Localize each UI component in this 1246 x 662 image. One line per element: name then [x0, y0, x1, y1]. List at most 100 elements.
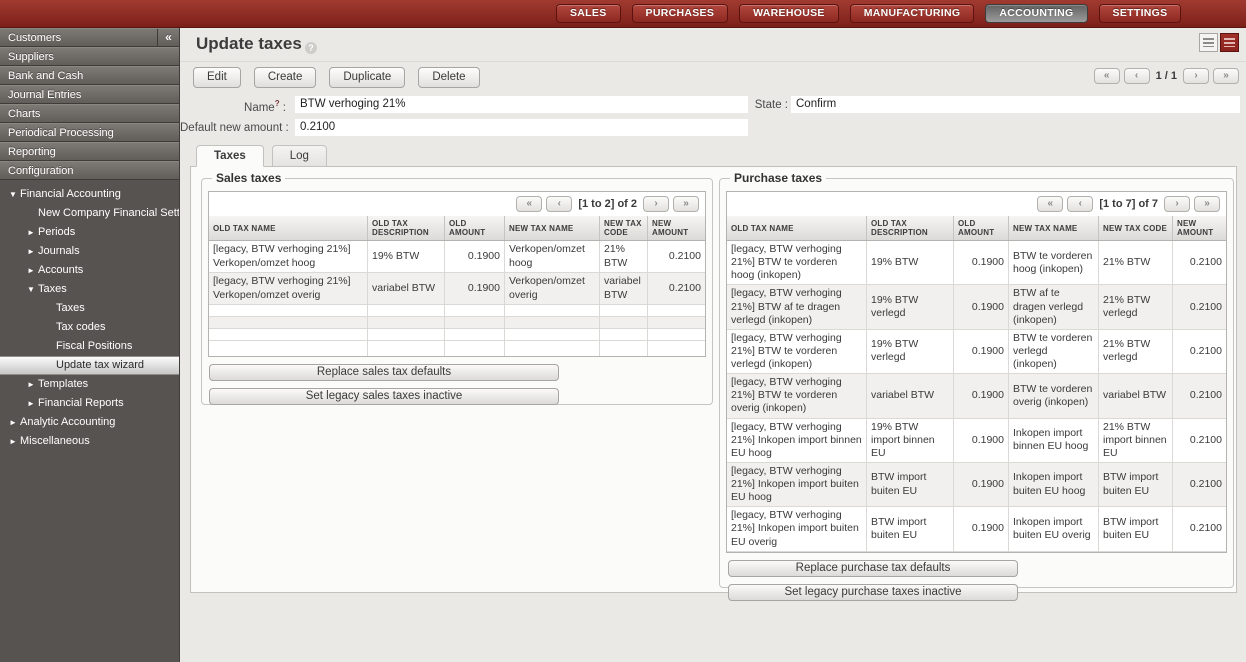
column-header-new-tax-name[interactable]: NEW TAX NAME — [505, 216, 600, 240]
sidebar-section-customers[interactable]: Customers« — [0, 28, 179, 47]
edit-button[interactable]: Edit — [193, 67, 241, 88]
nav-accounting[interactable]: ACCOUNTING — [985, 4, 1087, 23]
sidebar-section-configuration[interactable]: Configuration — [0, 161, 179, 180]
column-header-old-tax-description[interactable]: OLD TAX DESCRIPTION — [368, 216, 445, 240]
column-header-new-amount[interactable]: NEW AMOUNT — [1173, 216, 1226, 240]
notebook-tabs: Taxes Log — [196, 145, 327, 167]
duplicate-button[interactable]: Duplicate — [329, 67, 405, 88]
tab-log[interactable]: Log — [272, 145, 327, 167]
table-row[interactable]: [legacy, BTW verhoging 21%] Verkopen/omz… — [209, 241, 705, 273]
cell: 19% BTW import binnen EU — [867, 419, 954, 462]
nav-warehouse[interactable]: WAREHOUSE — [739, 4, 839, 23]
purchase-pager-prev-button[interactable]: ‹ — [1067, 196, 1093, 212]
sidebar-section-label: Reporting — [8, 146, 56, 158]
nav-manufacturing[interactable]: MANUFACTURING — [850, 4, 975, 23]
list-view-icon — [1203, 38, 1214, 47]
sidebar-item-tax-codes[interactable]: Tax codes — [0, 318, 179, 337]
replace-sales-tax-defaults-button[interactable]: Replace sales tax defaults — [209, 364, 559, 381]
chevron-right-icon: ► — [26, 261, 36, 280]
cell: variabel BTW — [867, 374, 954, 417]
purchase-taxes-table: «‹[1 to 7] of 7›» OLD TAX NAMEOLD TAX DE… — [726, 191, 1227, 553]
nav-purchases[interactable]: PURCHASES — [632, 4, 729, 23]
sidebar-item-fiscal-positions[interactable]: Fiscal Positions — [0, 337, 179, 356]
cell: 21% BTW — [1099, 241, 1173, 284]
cell: BTW te vorderen verlegd (inkopen) — [1009, 330, 1099, 373]
purchase-pager-next-button[interactable]: › — [1164, 196, 1190, 212]
nav-settings[interactable]: SETTINGS — [1099, 4, 1182, 23]
column-header-new-tax-name[interactable]: NEW TAX NAME — [1009, 216, 1099, 240]
sidebar-item-label: Periods — [38, 223, 75, 242]
chevron-right-icon: ► — [26, 242, 36, 261]
set-legacy-purchase-taxes-inactive-button[interactable]: Set legacy purchase taxes inactive — [728, 584, 1018, 601]
sidebar-section-journal-entries[interactable]: Journal Entries — [0, 85, 179, 104]
sidebar-item-templates[interactable]: ►Templates — [0, 375, 179, 394]
sales-taxes-header: OLD TAX NAMEOLD TAX DESCRIPTIONOLD AMOUN… — [209, 216, 705, 241]
sidebar-item-analytic-accounting[interactable]: ►Analytic Accounting — [0, 413, 179, 432]
state-field[interactable]: Confirm — [791, 96, 1240, 113]
column-header-old-tax-name[interactable]: OLD TAX NAME — [727, 216, 867, 240]
column-header-new-tax-code[interactable]: NEW TAX CODE — [1099, 216, 1173, 240]
table-row[interactable]: [legacy, BTW verhoging 21%] BTW te vorde… — [727, 330, 1226, 374]
column-header-old-amount[interactable]: OLD AMOUNT — [954, 216, 1009, 240]
table-row[interactable]: [legacy, BTW verhoging 21%] Inkopen impo… — [727, 419, 1226, 463]
sidebar-section-suppliers[interactable]: Suppliers — [0, 47, 179, 66]
set-legacy-sales-taxes-inactive-button[interactable]: Set legacy sales taxes inactive — [209, 388, 559, 405]
sidebar-item-new-company-financial-setti[interactable]: New Company Financial Setti... — [0, 204, 179, 223]
sales-taxes-pager: «‹[1 to 2] of 2›» — [209, 192, 705, 216]
column-header-old-amount[interactable]: OLD AMOUNT — [445, 216, 505, 240]
cell: 0.1900 — [954, 241, 1009, 284]
sidebar-item-financial-accounting[interactable]: ▼Financial Accounting — [0, 185, 179, 204]
chevron-down-icon: ▼ — [8, 185, 18, 204]
delete-button[interactable]: Delete — [418, 67, 479, 88]
purchase-pager-last-button[interactable]: » — [1194, 196, 1220, 212]
table-row[interactable]: [legacy, BTW verhoging 21%] Verkopen/omz… — [209, 273, 705, 305]
default-new-amount-field[interactable]: 0.2100 — [295, 119, 748, 136]
sidebar-section-periodical-processing[interactable]: Periodical Processing — [0, 123, 179, 142]
empty-row — [209, 317, 705, 329]
table-row[interactable]: [legacy, BTW verhoging 21%] BTW af te dr… — [727, 285, 1226, 329]
sidebar-section-bank-and-cash[interactable]: Bank and Cash — [0, 66, 179, 85]
sidebar-item-journals[interactable]: ►Journals — [0, 242, 179, 261]
tab-taxes[interactable]: Taxes — [196, 145, 264, 167]
form-view-icon — [1224, 38, 1235, 47]
table-row[interactable]: [legacy, BTW verhoging 21%] BTW te vorde… — [727, 241, 1226, 285]
sidebar-item-miscellaneous[interactable]: ►Miscellaneous — [0, 432, 179, 451]
table-row[interactable]: [legacy, BTW verhoging 21%] BTW te vorde… — [727, 374, 1226, 418]
column-header-old-tax-description[interactable]: OLD TAX DESCRIPTION — [867, 216, 954, 240]
sales-pager-last-button[interactable]: » — [673, 196, 699, 212]
sales-pager-first-button[interactable]: « — [516, 196, 542, 212]
record-pager-last-button[interactable]: » — [1213, 68, 1239, 84]
replace-purchase-tax-defaults-button[interactable]: Replace purchase tax defaults — [728, 560, 1018, 577]
sidebar-item-taxes[interactable]: ▼Taxes — [0, 280, 179, 299]
name-field[interactable]: BTW verhoging 21% — [295, 96, 748, 113]
record-pager-next-button[interactable]: › — [1183, 68, 1209, 84]
sidebar-item-label: Taxes — [38, 280, 67, 299]
column-header-old-tax-name[interactable]: OLD TAX NAME — [209, 216, 368, 240]
help-icon[interactable]: ? — [305, 42, 317, 54]
purchase-pager-first-button[interactable]: « — [1037, 196, 1063, 212]
column-header-new-tax-code[interactable]: NEW TAX CODE — [600, 216, 648, 240]
table-row[interactable]: [legacy, BTW verhoging 21%] Inkopen impo… — [727, 463, 1226, 507]
record-pager-first-button[interactable]: « — [1094, 68, 1120, 84]
sales-pager-prev-button[interactable]: ‹ — [546, 196, 572, 212]
record-pager-prev-button[interactable]: ‹ — [1124, 68, 1150, 84]
sidebar-item-financial-reports[interactable]: ►Financial Reports — [0, 394, 179, 413]
sidebar-item-update-tax-wizard[interactable]: Update tax wizard — [0, 356, 179, 375]
sidebar-item-taxes[interactable]: Taxes — [0, 299, 179, 318]
sales-pager-next-button[interactable]: › — [643, 196, 669, 212]
top-bar: SALES PURCHASES WAREHOUSE MANUFACTURING ACCO… — [0, 0, 1246, 28]
collapse-sidebar-icon[interactable]: « — [157, 29, 179, 47]
list-view-button[interactable] — [1199, 33, 1218, 52]
main-menu: SALES PURCHASES WAREHOUSE MANUFACTURING ACCO… — [556, 4, 1181, 23]
form-view-button[interactable] — [1220, 33, 1239, 52]
column-header-new-amount[interactable]: NEW AMOUNT — [648, 216, 705, 240]
sidebar-section-reporting[interactable]: Reporting — [0, 142, 179, 161]
sidebar-item-accounts[interactable]: ►Accounts — [0, 261, 179, 280]
empty-cell — [209, 329, 368, 340]
sidebar-section-charts[interactable]: Charts — [0, 104, 179, 123]
nav-sales[interactable]: SALES — [556, 4, 621, 23]
view-toggles — [1199, 33, 1239, 52]
table-row[interactable]: [legacy, BTW verhoging 21%] Inkopen impo… — [727, 507, 1226, 551]
create-button[interactable]: Create — [254, 67, 317, 88]
sidebar-item-periods[interactable]: ►Periods — [0, 223, 179, 242]
